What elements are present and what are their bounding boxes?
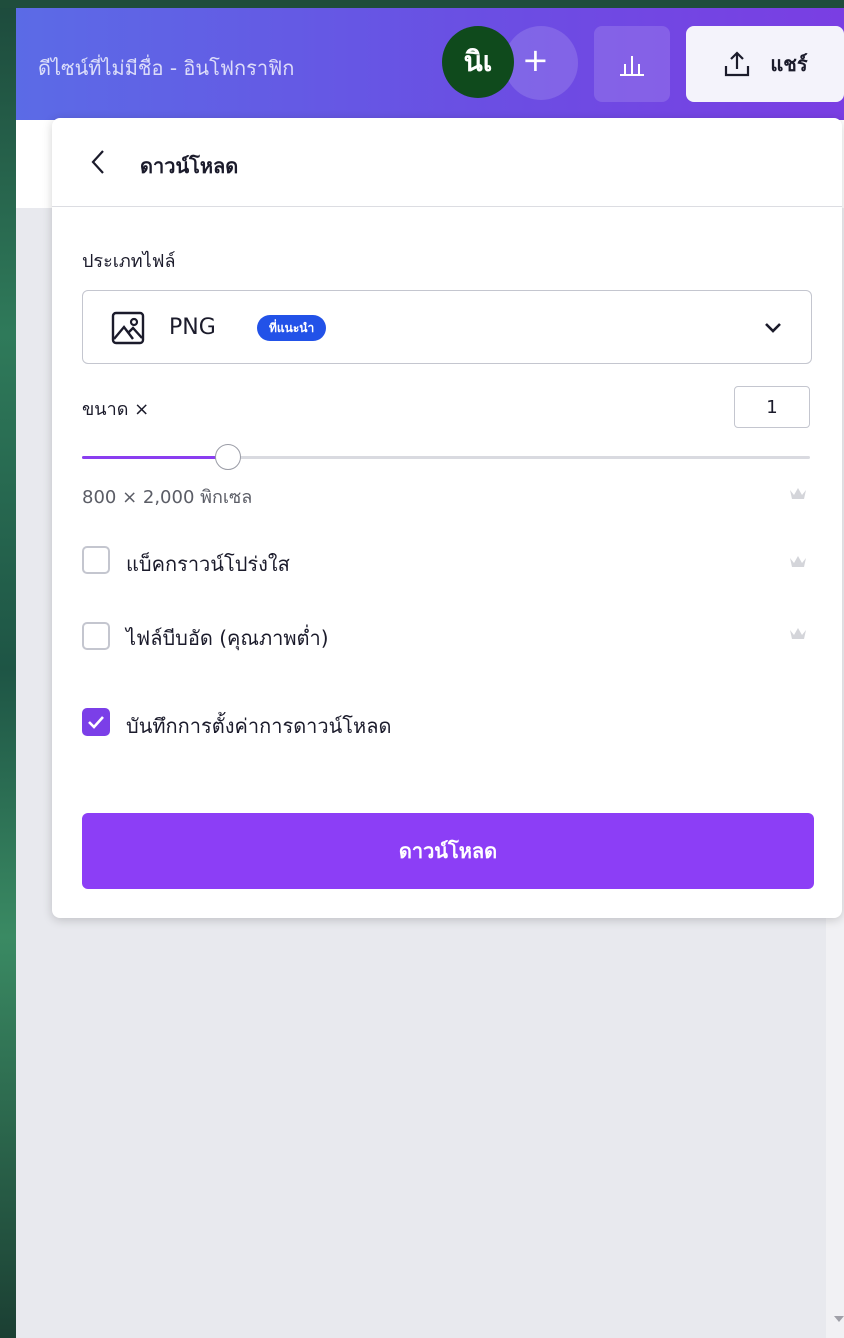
document-title[interactable]: ดีไซน์ที่ไม่มีชื่อ - อินโฟกราฟิก [38,52,294,84]
back-arrow-icon [91,150,104,174]
check-icon [88,716,104,729]
compress-file-label: ไฟล์บีบอัด (คุณภาพต่ำ) [126,626,329,650]
file-type-label: ประเภทไฟล์ [82,251,176,272]
download-panel: ดาวน์โหลด ประเภทไฟล์ PNG ที่แนะนำ ขนาด ×… [52,118,842,918]
desktop-background-top [0,0,844,8]
desktop-background [0,0,16,1338]
download-button[interactable]: ดาวน์โหลด [82,813,814,889]
upload-icon [725,51,750,77]
image-icon [111,311,145,345]
user-avatar[interactable]: นิเ [442,26,514,98]
scroll-down-arrow-icon[interactable] [834,1316,844,1322]
share-label: แชร์ [770,52,808,76]
size-slider-fill [82,456,228,459]
crown-icon [790,628,806,639]
file-type-value: PNG [169,315,216,340]
chevron-down-icon [765,323,781,333]
editor-header: ดีไซน์ที่ไม่มีชื่อ - อินโฟกราฟิก นิเ + แ… [16,8,844,120]
insights-button[interactable] [594,26,670,102]
add-collaborator-button[interactable]: + [522,42,549,78]
compress-file-checkbox[interactable] [82,622,110,650]
crown-icon [790,488,806,499]
transparent-background-checkbox[interactable] [82,546,110,574]
size-label: ขนาด × [82,399,150,420]
save-settings-label: บันทึกการตั้งค่าการดาวน์โหลด [126,714,392,738]
share-button[interactable]: แชร์ [686,26,844,102]
panel-title: ดาวน์โหลด [140,154,239,178]
size-slider-thumb[interactable] [215,444,241,470]
transparent-background-label: แบ็คกราวน์โปร่งใส [126,552,290,576]
bar-chart-icon [620,56,644,76]
size-multiplier-input[interactable]: 1 [734,386,810,428]
panel-header: ดาวน์โหลด [52,118,842,207]
dimensions-text: 800 × 2,000 พิกเซล [82,487,253,508]
back-button[interactable] [80,142,116,182]
crown-icon [790,556,806,567]
recommended-badge: ที่แนะนำ [257,315,327,341]
save-settings-checkbox[interactable] [82,708,110,736]
file-type-select[interactable]: PNG ที่แนะนำ [82,290,812,364]
